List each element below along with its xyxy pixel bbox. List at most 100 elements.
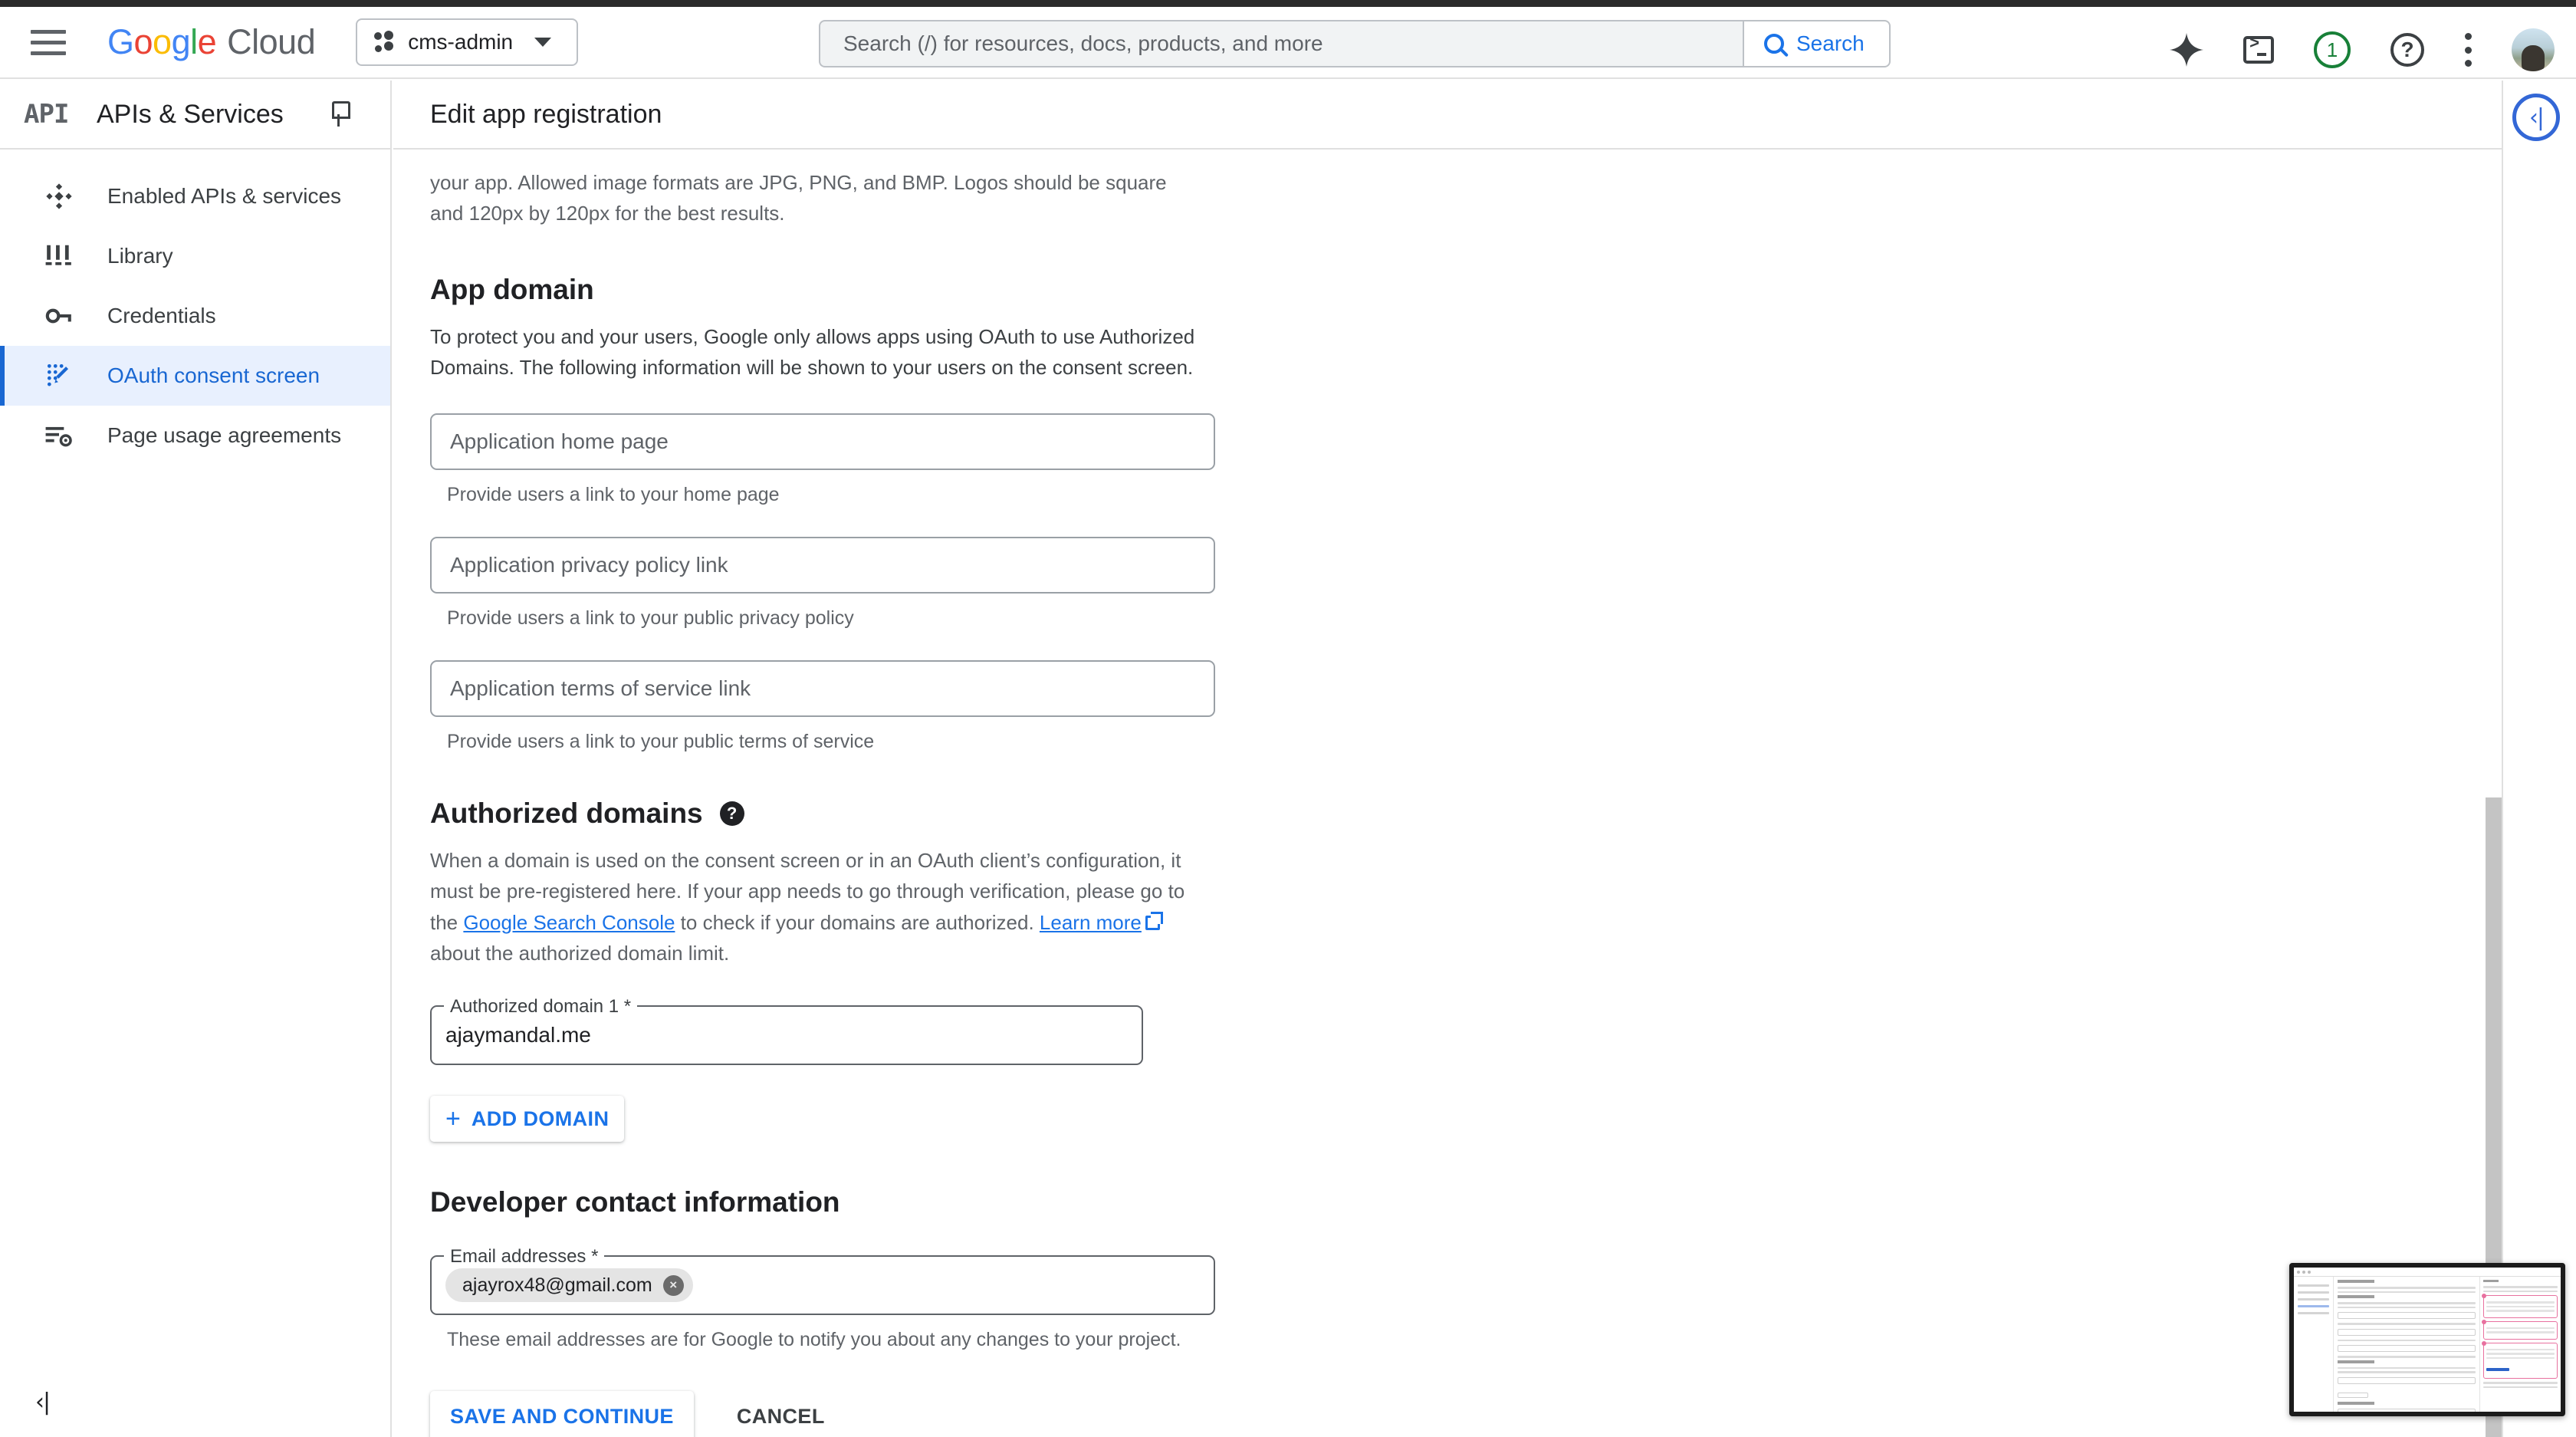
cancel-button[interactable]: CANCEL [720, 1391, 842, 1437]
library-columns-icon [43, 242, 75, 271]
project-picker-button[interactable]: cms-admin [356, 18, 578, 66]
input-placeholder: Application home page [450, 429, 669, 454]
sidebar-item-enabled-apis[interactable]: Enabled APIs & services [0, 166, 390, 226]
scroll-area: your app. Allowed image formats are JPG,… [393, 168, 2502, 1437]
search-button-label: Search [1796, 31, 1865, 56]
avatar[interactable] [2512, 28, 2555, 71]
logo-cloud-word: Cloud [227, 22, 315, 62]
more-vertical-kebab-icon[interactable] [2464, 33, 2472, 67]
pip-body [2294, 1277, 2561, 1416]
sidebar-item-label: Page usage agreements [107, 423, 341, 448]
notifications-icon[interactable]: 1 [2314, 31, 2351, 68]
sidebar-item-oauth-consent-screen[interactable]: OAuth consent screen [0, 346, 390, 406]
plus-icon: + [445, 1106, 461, 1132]
application-privacy-policy-input[interactable]: Application privacy policy link [430, 537, 1215, 594]
input-placeholder: Application terms of service link [450, 676, 751, 701]
logo-letter: e [198, 22, 217, 62]
sidebar-title: APIs & Services [97, 100, 284, 130]
app-domain-description: To protect you and your users, Google on… [430, 321, 1204, 383]
gemini-sparkle-glyph [2170, 33, 2203, 67]
authorized-domains-description: When a domain is used on the consent scr… [430, 845, 1204, 968]
sidebar-item-label: Credentials [107, 304, 216, 328]
google-cloud-logo[interactable]: GoogleCloud [107, 22, 315, 62]
add-domain-button[interactable]: + ADD DOMAIN [430, 1096, 624, 1142]
sidebar-nav: Enabled APIs & services Library Credenti… [0, 150, 390, 465]
window-top-strip [0, 0, 2576, 7]
external-link-icon [1145, 916, 1160, 930]
header-actions: 1 ? [2170, 14, 2555, 86]
collapse-panel-icon[interactable]: ‹| [2512, 94, 2560, 141]
project-name: cms-admin [408, 30, 513, 54]
pip-main-panel [2334, 1277, 2479, 1416]
cloud-shell-terminal-icon[interactable] [2243, 36, 2274, 64]
help-question-icon[interactable]: ? [720, 801, 744, 826]
google-search-console-link[interactable]: Google Search Console [463, 911, 675, 934]
sidebar-item-library[interactable]: Library [0, 226, 390, 286]
content-header: Edit app registration [393, 81, 2502, 150]
dashboard-diamond-icon [43, 182, 75, 211]
save-and-continue-button[interactable]: SAVE AND CONTINUE [430, 1391, 694, 1437]
search-input[interactable]: Search (/) for resources, docs, products… [819, 20, 1743, 67]
sidebar-item-label: Enabled APIs & services [107, 184, 341, 209]
email-chip-text: ajayrox48@gmail.com [462, 1274, 652, 1297]
sidebar-header: API APIs & Services [0, 81, 390, 150]
logo-help-text: your app. Allowed image formats are JPG,… [430, 168, 1204, 229]
logo-letter: l [190, 22, 198, 62]
logo-letter: g [172, 22, 191, 62]
learn-more-link[interactable]: Learn more [1040, 911, 1142, 934]
page-title: Edit app registration [430, 100, 662, 130]
authorized-domain-1-value: ajaymandal.me [445, 1023, 591, 1047]
email-addresses-input[interactable]: Email addresses * ajayrox48@gmail.com × [430, 1255, 1215, 1315]
notification-count: 1 [2327, 38, 2338, 62]
sidebar-item-label: OAuth consent screen [107, 363, 320, 388]
key-icon [43, 301, 75, 330]
picture-in-picture-preview[interactable] [2289, 1263, 2565, 1416]
add-domain-label: ADD DOMAIN [472, 1107, 610, 1131]
authorized-domains-section: Authorized domains ? [430, 797, 2502, 830]
authorized-domain-1-input[interactable]: Authorized domain 1 * ajaymandal.me [430, 1005, 1143, 1065]
application-terms-of-service-input[interactable]: Application terms of service link [430, 660, 1215, 717]
search-bar: Search (/) for resources, docs, products… [819, 20, 1891, 67]
hamburger-menu-icon[interactable] [31, 25, 69, 60]
close-icon[interactable]: × [663, 1275, 684, 1296]
collapse-glyph: ‹| [2529, 104, 2543, 131]
oauth-consent-icon [43, 361, 75, 390]
sidebar-item-page-usage-agreements[interactable]: Page usage agreements [0, 406, 390, 465]
help-question-icon[interactable]: ? [2390, 33, 2424, 67]
gemini-sparkle-icon[interactable] [2170, 33, 2203, 67]
form-actions: SAVE AND CONTINUE CANCEL [430, 1391, 2502, 1437]
right-panel-divider [2502, 81, 2503, 1437]
email-addresses-hint: These email addresses are for Google to … [447, 1329, 2502, 1351]
sidebar-item-credentials[interactable]: Credentials [0, 286, 390, 346]
email-addresses-label: Email addresses * [444, 1246, 604, 1268]
application-privacy-policy-hint: Provide users a link to your public priv… [447, 607, 2502, 630]
application-home-page-hint: Provide users a link to your home page [447, 484, 2502, 506]
api-product-logo: API [24, 99, 71, 130]
pip-sidebar [2294, 1277, 2334, 1416]
developer-contact-heading: Developer contact information [430, 1186, 2502, 1218]
search-button[interactable]: Search [1743, 20, 1891, 67]
pip-toolbar [2294, 1268, 2561, 1277]
sidebar-item-label: Library [107, 244, 173, 268]
sidebar: API APIs & Services Enabled APIs & servi… [0, 81, 392, 1437]
pip-learn-panel [2479, 1277, 2561, 1416]
app-header: GoogleCloud cms-admin Search (/) for res… [0, 7, 2576, 79]
desc-part-3: about the authorized domain limit. [430, 942, 729, 965]
project-picker-icon [374, 31, 394, 54]
application-terms-of-service-hint: Provide users a link to your public term… [447, 731, 2502, 753]
app-domain-heading: App domain [430, 274, 2502, 306]
page-usage-agreements-icon [43, 421, 75, 450]
authorized-domains-heading: Authorized domains [430, 797, 703, 830]
main-content: Edit app registration your app. Allowed … [393, 81, 2502, 1437]
sidebar-collapse-button[interactable]: ‹| [35, 1389, 49, 1416]
application-home-page-input[interactable]: Application home page [430, 413, 1215, 470]
logo-letter: o [134, 22, 153, 62]
email-chip[interactable]: ajayrox48@gmail.com × [445, 1268, 693, 1302]
search-icon [1764, 34, 1784, 54]
authorized-domain-1-label: Authorized domain 1 * [444, 996, 637, 1018]
logo-letter: G [107, 22, 134, 62]
search-placeholder: Search (/) for resources, docs, products… [843, 31, 1323, 56]
pin-icon[interactable] [329, 101, 349, 127]
logo-letter: o [153, 22, 172, 62]
chevron-down-icon [534, 38, 551, 47]
